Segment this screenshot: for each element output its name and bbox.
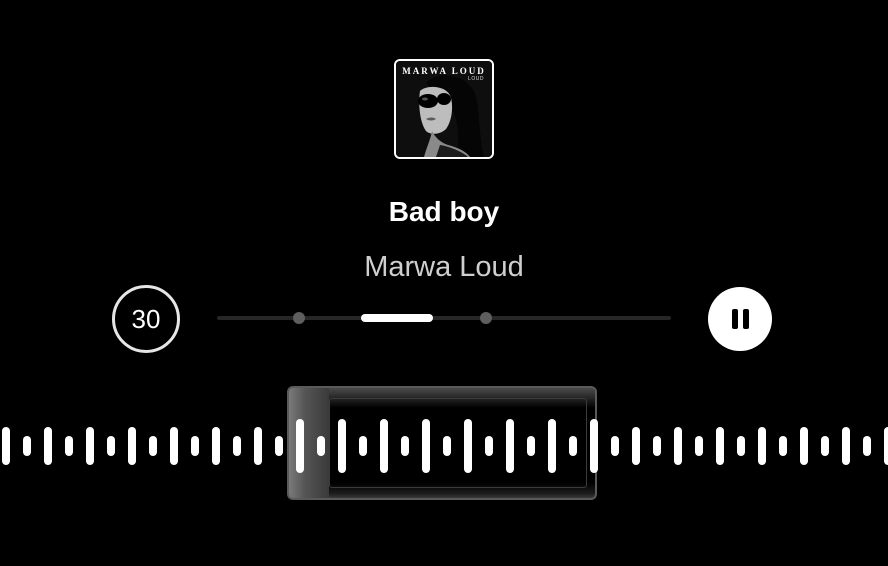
waveform-bar [611,436,619,456]
track-title: Bad boy [388,196,500,227]
waveform[interactable] [0,400,888,492]
waveform-bar [716,427,724,465]
waveform-bar [443,436,451,456]
waveform-bar [569,436,577,456]
page-indicator[interactable] [217,312,671,324]
waveform-bar [380,419,388,473]
waveform-bar [695,436,703,456]
waveform-bar [191,436,199,456]
waveform-bar [632,427,640,465]
waveform-bar [338,419,346,473]
waveform-bar [317,436,325,456]
cover-sub-text: LOUD [468,76,484,82]
album-cover: MARWA LOUD LOUD [394,59,494,159]
waveform-bar [296,419,304,473]
cover-artist-text: MARWA LOUD [402,66,486,76]
waveform-bar [212,427,220,465]
waveform-bar [506,419,514,473]
waveform-bar [233,436,241,456]
waveform-bar [884,427,888,465]
waveform-bar [590,419,598,473]
waveform-bar [737,436,745,456]
waveform-bar [548,419,556,473]
waveform-bar [275,436,283,456]
pause-icon-bar [742,309,749,329]
waveform-bar [779,436,787,456]
skip-30-button[interactable]: 30 [112,285,180,353]
waveform-bar [821,436,829,456]
waveform-bar [653,436,661,456]
waveform-bar [842,427,850,465]
waveform-bar [44,427,52,465]
waveform-bar [863,436,871,456]
skip-30-label: 30 [131,303,161,334]
waveform-bar [401,436,409,456]
waveform-bar [65,436,73,456]
pause-button[interactable] [708,287,772,351]
waveform-bar [86,427,94,465]
waveform-bar [254,427,262,465]
waveform-bar [800,427,808,465]
pause-icon [731,309,738,329]
pager-dot-active[interactable] [361,314,433,322]
waveform-bar [422,419,430,473]
waveform-bar [149,436,157,456]
waveform-bar [674,427,682,465]
pager-dot[interactable] [293,312,305,324]
waveform-bar [359,436,367,456]
waveform-bar [2,427,10,465]
waveform-bar [128,427,136,465]
waveform-bar [485,436,493,456]
waveform-bar [527,436,535,456]
waveform-bar [107,436,115,456]
waveform-bar [758,427,766,465]
waveform-bar [23,436,31,456]
pager-dot[interactable] [480,312,492,324]
waveform-bar [464,419,472,473]
waveform-bar [170,427,178,465]
track-artist: Marwa Loud [364,251,524,283]
